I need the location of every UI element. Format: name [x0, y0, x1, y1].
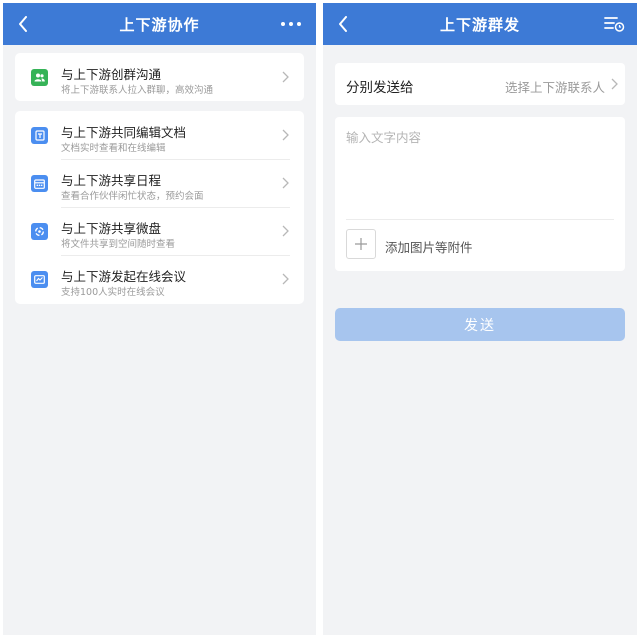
item-subtitle: 查看合作伙伴闲忙状态，预约会面 [61, 191, 204, 202]
group-send-header: 上下游群发 [323, 3, 637, 45]
chevron-right-icon [282, 177, 289, 189]
plus-icon [355, 238, 367, 250]
document-icon [31, 127, 48, 144]
more-dot-icon [289, 22, 293, 26]
more-dot-icon [297, 22, 301, 26]
chevron-right-icon [282, 273, 289, 285]
chevron-right-icon [282, 71, 289, 83]
group-send-panel: 上下游群发 分别发送给 选择上下游联系人 添加图片等附件 发送 [323, 3, 637, 635]
more-dot-icon [281, 22, 285, 26]
collaboration-header: 上下游协作 [3, 3, 316, 45]
meeting-icon [31, 271, 48, 288]
group-chat-icon [31, 69, 48, 86]
send-to-label: 分别发送给 [346, 80, 414, 96]
select-contacts-link[interactable]: 选择上下游联系人 [505, 77, 605, 96]
group-chat-card: 与上下游创群沟通 将上下游联系人拉入群聊，高效沟通 [15, 53, 304, 101]
list-item-share-drive[interactable]: 与上下游共享微盘 将文件共享到空间随时查看 [15, 207, 304, 255]
cloud-disk-icon [31, 223, 48, 240]
message-input[interactable] [346, 127, 616, 207]
recipient-selector[interactable]: 分别发送给 选择上下游联系人 [335, 63, 625, 105]
item-subtitle: 文档实时查看和在线编辑 [61, 143, 166, 154]
item-title: 与上下游共享日程 [61, 173, 162, 188]
chevron-left-icon [19, 16, 27, 32]
item-title: 与上下游共享微盘 [61, 221, 162, 236]
divider [346, 219, 614, 220]
back-button[interactable] [331, 12, 355, 36]
back-button[interactable] [11, 12, 35, 36]
page-title: 上下游协作 [119, 15, 200, 34]
page-title: 上下游群发 [439, 15, 520, 34]
list-item-online-meeting[interactable]: 与上下游发起在线会议 支持100人实时在线会议 [15, 255, 304, 303]
message-composer: 添加图片等附件 [335, 117, 625, 271]
item-subtitle: 支持100人实时在线会议 [61, 287, 165, 298]
list-item-share-schedule[interactable]: 与上下游共享日程 查看合作伙伴闲忙状态，预约会面 [15, 159, 304, 207]
item-title: 与上下游发起在线会议 [61, 269, 187, 284]
chevron-right-icon [282, 225, 289, 237]
chevron-right-icon [282, 129, 289, 141]
calendar-icon [31, 175, 48, 192]
add-attachment-label[interactable]: 添加图片等附件 [385, 237, 473, 256]
item-subtitle: 将文件共享到空间随时查看 [61, 239, 176, 250]
collaboration-tools-card: 与上下游共同编辑文档 文档实时查看和在线编辑 与上下游共享日程 查看合作伙伴闲忙… [15, 111, 304, 304]
chevron-right-icon [611, 78, 618, 90]
add-attachment-button[interactable] [346, 229, 376, 259]
send-history-icon[interactable] [603, 14, 625, 34]
more-options-button[interactable] [276, 12, 306, 36]
chevron-left-icon [339, 16, 347, 32]
list-item-create-group[interactable]: 与上下游创群沟通 将上下游联系人拉入群聊，高效沟通 [15, 53, 304, 101]
send-button[interactable]: 发送 [335, 308, 625, 341]
collaboration-panel: 上下游协作 与上下游创群沟通 将上下游联系人拉入群聊，高效沟通 与上下游共同编辑… [3, 3, 316, 635]
list-item-edit-docs[interactable]: 与上下游共同编辑文档 文档实时查看和在线编辑 [15, 111, 304, 159]
item-title: 与上下游创群沟通 [61, 67, 162, 82]
item-subtitle: 将上下游联系人拉入群聊，高效沟通 [61, 85, 214, 96]
item-title: 与上下游共同编辑文档 [61, 125, 187, 140]
